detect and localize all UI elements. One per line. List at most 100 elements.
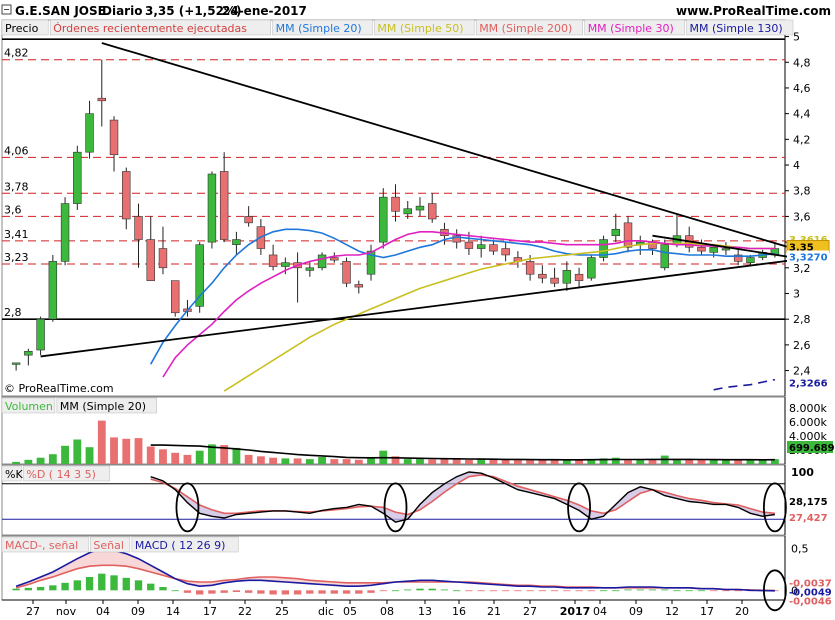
macd-hist-bar bbox=[122, 577, 130, 591]
volume-bar bbox=[293, 458, 302, 464]
volume-bar bbox=[256, 456, 265, 464]
macd-hist-bar bbox=[563, 590, 571, 592]
macd-y-tick-label: 0,5 bbox=[791, 543, 809, 556]
candle-body bbox=[611, 228, 621, 236]
volume-bar bbox=[709, 459, 718, 464]
price-y-tick-label: 2,4 bbox=[793, 365, 811, 378]
candle-body bbox=[464, 241, 474, 249]
candle-body bbox=[403, 208, 412, 215]
macd-hist-bar bbox=[465, 590, 473, 592]
candle-body bbox=[158, 248, 168, 269]
volume-bar bbox=[269, 457, 278, 464]
price-y-tick-label: 4,6 bbox=[793, 82, 811, 95]
price-y-tick-label: 2,6 bbox=[793, 339, 811, 352]
macd-hist-bar bbox=[489, 590, 498, 592]
macd-hist-bar bbox=[575, 590, 583, 592]
volume-bar bbox=[501, 459, 510, 464]
collapse-icon[interactable] bbox=[1, 4, 12, 15]
volume-bar bbox=[12, 461, 21, 464]
x-tick-label: 12 bbox=[665, 605, 679, 618]
volume-bar bbox=[24, 459, 33, 464]
volume-bar bbox=[122, 438, 131, 464]
macd-hist-bar bbox=[477, 590, 485, 592]
macd-hist-bar bbox=[612, 590, 620, 592]
candle-body bbox=[317, 254, 327, 269]
volume-bar bbox=[416, 459, 424, 464]
macd-hist-bar bbox=[61, 582, 69, 591]
volume-bar bbox=[85, 447, 94, 464]
macd-hist-bar bbox=[159, 587, 167, 591]
x-tick-label: dic bbox=[318, 605, 334, 618]
volume-bar bbox=[452, 459, 461, 464]
macd-hist-bar bbox=[722, 590, 730, 592]
volume-bar bbox=[648, 459, 657, 464]
x-tick-label: 27 bbox=[523, 605, 537, 618]
macd-hist-bar bbox=[501, 590, 510, 592]
x-tick-label: nov bbox=[56, 605, 77, 618]
price-legend-label: Órdenes recientemente ejecutadas bbox=[53, 22, 247, 35]
macd-legend-label: MACD ( 12 26 9) bbox=[135, 539, 226, 552]
price-level-label: 3,23 bbox=[4, 251, 29, 264]
volume-bar bbox=[513, 459, 522, 464]
macd-hist-bar bbox=[685, 590, 693, 592]
macd-hist-bar bbox=[587, 590, 595, 592]
candle-body bbox=[109, 119, 119, 156]
candle-body bbox=[60, 203, 70, 262]
price-legend-label: MM (Simple 20) bbox=[276, 22, 362, 35]
macd-hist-bar bbox=[550, 590, 559, 592]
volume-bar bbox=[758, 460, 767, 464]
candle-body bbox=[268, 254, 278, 267]
volume-bar bbox=[685, 459, 694, 464]
volume-bar bbox=[232, 447, 241, 464]
candle-body bbox=[342, 261, 351, 284]
candle-body bbox=[587, 257, 596, 279]
macd-hist-bar bbox=[318, 590, 326, 594]
macd-hist-bar bbox=[98, 573, 106, 591]
macd-hist-bar bbox=[73, 580, 81, 591]
candle-body bbox=[562, 270, 572, 284]
volume-bar bbox=[48, 454, 57, 464]
price-y-tick-label: 3 bbox=[793, 287, 800, 300]
macd-hist-bar bbox=[526, 590, 534, 592]
x-tick-label: 25 bbox=[275, 605, 289, 618]
stoch-legend-label: %K bbox=[5, 468, 23, 481]
candle-body bbox=[281, 262, 290, 267]
chart-canvas: G.E.SAN JOSE Diario 3,35 (+1,52%) 24-ene… bbox=[0, 0, 835, 618]
x-tick-label: 08 bbox=[380, 605, 394, 618]
x-tick-label: 27 bbox=[26, 605, 40, 618]
candle-body bbox=[305, 267, 315, 271]
volume-bar bbox=[146, 446, 155, 464]
x-tick-label: 04 bbox=[593, 605, 607, 618]
x-tick-label: 09 bbox=[629, 605, 643, 618]
candle-body bbox=[85, 113, 94, 153]
macd-hist-bar bbox=[440, 589, 449, 591]
macd-panel: 0,50-0,0037-0,0049-0,0046MACD-, señal Señ… bbox=[1, 535, 832, 612]
volume-bar bbox=[171, 452, 180, 464]
header-date: 24-ene-2017 bbox=[222, 4, 307, 18]
candle-body bbox=[660, 244, 669, 269]
price-level-label: 3,41 bbox=[4, 228, 29, 241]
volume-legend-label: Volumen bbox=[5, 400, 53, 413]
price-y-tick-label: 4,2 bbox=[793, 133, 811, 146]
candle-body bbox=[244, 216, 253, 224]
candle-body bbox=[623, 222, 633, 248]
volume-bar bbox=[538, 460, 547, 464]
candle-body bbox=[330, 257, 339, 261]
macd-hist-bar bbox=[306, 590, 314, 594]
price-level-label: 4,06 bbox=[4, 144, 29, 157]
candle-body bbox=[24, 351, 33, 356]
price-y-tick-label: 4,8 bbox=[793, 56, 811, 69]
volume-bar bbox=[97, 420, 106, 464]
macd-hist-bar bbox=[697, 590, 706, 592]
candle-body bbox=[48, 261, 58, 320]
macd-hist-bar bbox=[281, 590, 290, 595]
macd-hist-bar bbox=[244, 590, 253, 593]
macd-hist-bar bbox=[110, 575, 118, 591]
candle-body bbox=[73, 151, 82, 204]
stoch-frame bbox=[1, 464, 786, 536]
volume-badge: 699.689 bbox=[789, 443, 835, 454]
x-tick-label: 17 bbox=[700, 605, 714, 618]
price-y-tick-label: 3,6 bbox=[793, 210, 811, 223]
volume-bar bbox=[36, 457, 45, 464]
candle-body bbox=[415, 205, 425, 211]
